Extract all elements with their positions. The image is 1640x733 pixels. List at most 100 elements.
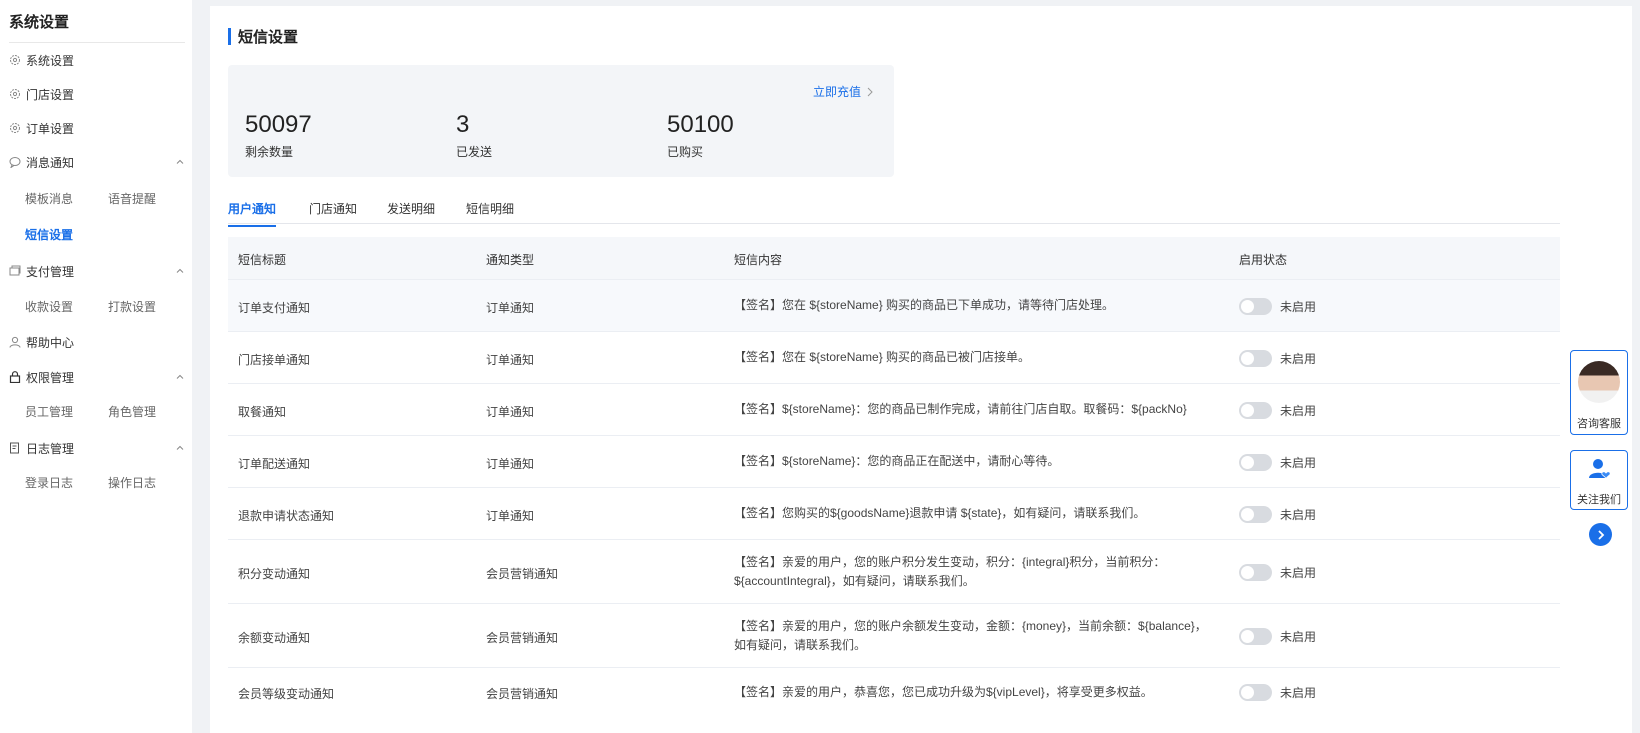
chevron-right-icon — [866, 87, 874, 97]
row-type: 订单通知 — [486, 405, 535, 419]
stat-value: 50100 — [667, 111, 734, 138]
status-text: 未启用 — [1280, 508, 1317, 522]
stat-sent: 3 已发送 — [456, 111, 492, 160]
sidebar: 系统设置 系统设置 门店设置 订单设置 消息通知 模板消息 语音提醒 短信设置 … — [0, 0, 192, 733]
row-title: 会员等级变动通知 — [238, 687, 335, 701]
column-header: 启用状态 — [1239, 253, 1288, 267]
sidebar-item-payment-management[interactable]: 支付管理 — [9, 261, 185, 281]
row-type: 订单通知 — [486, 509, 535, 523]
expand-arrow-button[interactable] — [1589, 523, 1612, 546]
wallet-icon — [9, 265, 21, 277]
enable-toggle[interactable] — [1239, 564, 1272, 581]
row-title: 订单配送通知 — [238, 457, 311, 471]
sidebar-item-label: 订单设置 — [26, 121, 75, 136]
chat-icon — [9, 156, 21, 168]
stat-label: 已购买 — [667, 145, 704, 159]
customer-service-label: 咨询客服 — [1577, 418, 1621, 430]
tab-store-notice[interactable]: 门店通知 — [309, 200, 357, 225]
sidebar-item-label: 支付管理 — [26, 264, 75, 279]
column-header: 短信内容 — [734, 253, 783, 267]
sidebar-subitem-role-management[interactable]: 角色管理 — [108, 403, 156, 420]
sidebar-item-order-settings[interactable]: 订单设置 — [9, 118, 185, 138]
chevron-right-icon — [1596, 529, 1606, 541]
sidebar-item-message-notice[interactable]: 消息通知 — [9, 152, 185, 172]
sidebar-item-label: 帮助中心 — [26, 335, 75, 350]
gear-icon — [9, 88, 21, 100]
log-icon — [9, 442, 21, 454]
page-header: 短信设置 — [228, 26, 298, 47]
tab-send-details[interactable]: 发送明细 — [387, 200, 435, 225]
table-row: 订单配送通知 订单通知 【签名】${storeName}：您的商品正在配送中，请… — [228, 436, 1560, 488]
enable-toggle[interactable] — [1239, 628, 1272, 645]
row-title: 取餐通知 — [238, 405, 287, 419]
chevron-up-icon — [175, 156, 185, 170]
sidebar-subitem-voice-reminder[interactable]: 语音提醒 — [108, 190, 156, 207]
tab-sms-details[interactable]: 短信明细 — [466, 200, 514, 225]
row-type: 订单通知 — [486, 301, 535, 315]
stat-value: 3 — [456, 111, 470, 138]
table-row: 积分变动通知 会员营销通知 【签名】亲爱的用户，您的账户积分发生变动，积分：{i… — [228, 540, 1560, 604]
sidebar-subitem-sms-settings[interactable]: 短信设置 — [25, 226, 73, 243]
user-icon — [9, 336, 21, 348]
sidebar-item-log-management[interactable]: 日志管理 — [9, 438, 185, 458]
sidebar-subitem-payout-settings[interactable]: 打款设置 — [108, 298, 156, 315]
sidebar-subitem-collection-settings[interactable]: 收款设置 — [25, 298, 73, 315]
gear-icon — [9, 54, 21, 66]
row-title: 余额变动通知 — [238, 631, 311, 645]
sidebar-subitem-template-message[interactable]: 模板消息 — [25, 190, 73, 207]
column-header: 通知类型 — [486, 253, 535, 267]
sidebar-item-permission-management[interactable]: 权限管理 — [9, 367, 185, 387]
table-row: 会员等级变动通知 会员营销通知 【签名】亲爱的用户，恭喜您，您已成功升级为${v… — [228, 668, 1560, 720]
table-row: 取餐通知 订单通知 【签名】${storeName}：您的商品已制作完成，请前往… — [228, 384, 1560, 436]
enable-toggle[interactable] — [1239, 350, 1272, 367]
sidebar-item-label: 系统设置 — [26, 53, 75, 68]
chevron-up-icon — [175, 371, 185, 385]
table-row: 余额变动通知 会员营销通知 【签名】亲爱的用户，您的账户余额发生变动，金额：{m… — [228, 604, 1560, 668]
row-title: 订单支付通知 — [238, 301, 311, 315]
sidebar-item-label: 消息通知 — [26, 155, 75, 170]
follow-user-icon — [1587, 457, 1613, 483]
enable-toggle[interactable] — [1239, 454, 1272, 471]
page-title: 短信设置 — [238, 29, 299, 46]
sidebar-item-system-settings[interactable]: 系统设置 — [9, 50, 185, 70]
row-type: 会员营销通知 — [486, 631, 559, 645]
follow-us-button[interactable]: 关注我们 — [1570, 450, 1628, 510]
status-text: 未启用 — [1280, 352, 1317, 366]
enable-toggle[interactable] — [1239, 506, 1272, 523]
sidebar-item-label: 日志管理 — [26, 441, 75, 456]
chevron-up-icon — [175, 442, 185, 456]
sidebar-item-store-settings[interactable]: 门店设置 — [9, 84, 185, 104]
enable-toggle[interactable] — [1239, 298, 1272, 315]
stat-purchased: 50100 已购买 — [667, 111, 734, 160]
customer-service-button[interactable]: 咨询客服 — [1570, 350, 1628, 435]
sidebar-item-help-center[interactable]: 帮助中心 — [9, 332, 185, 352]
row-title: 门店接单通知 — [238, 353, 311, 367]
enable-toggle[interactable] — [1239, 402, 1272, 419]
row-title: 积分变动通知 — [238, 567, 311, 581]
sidebar-subitem-login-log[interactable]: 登录日志 — [25, 474, 73, 491]
status-text: 未启用 — [1280, 456, 1317, 470]
row-content: 【签名】${storeName}：您的商品已制作完成，请前往门店自取。取餐码：$… — [734, 402, 1187, 416]
row-title: 退款申请状态通知 — [238, 509, 335, 523]
table-row: 订单支付通知 订单通知 【签名】您在 ${storeName} 购买的商品已下单… — [228, 280, 1560, 332]
sidebar-item-label: 门店设置 — [26, 87, 75, 102]
stat-value: 50097 — [245, 111, 312, 138]
enable-toggle[interactable] — [1239, 684, 1272, 701]
row-type: 会员营销通知 — [486, 687, 559, 701]
recharge-link[interactable]: 立即充值 — [813, 83, 874, 100]
tab-bar: 用户通知 门店通知 发送明细 短信明细 — [228, 198, 1560, 227]
recharge-label: 立即充值 — [812, 85, 861, 99]
table-header: 短信标题 通知类型 短信内容 启用状态 — [228, 237, 1560, 280]
row-content: 【签名】亲爱的用户，恭喜您，您已成功升级为${vipLevel}，将享受更多权益… — [734, 685, 1153, 699]
sidebar-divider — [9, 42, 185, 43]
status-text: 未启用 — [1280, 630, 1317, 644]
tab-user-notice[interactable]: 用户通知 — [228, 200, 277, 227]
sidebar-item-label: 权限管理 — [26, 370, 75, 385]
row-content: 【签名】您购买的${goodsName}退款申请 ${state}，如有疑问，请… — [734, 506, 1146, 520]
title-accent-bar — [228, 28, 231, 45]
sidebar-subitem-operation-log[interactable]: 操作日志 — [108, 474, 156, 491]
sidebar-subitem-staff-management[interactable]: 员工管理 — [25, 403, 73, 420]
follow-us-label: 关注我们 — [1577, 494, 1621, 506]
service-avatar — [1578, 361, 1620, 403]
sidebar-title: 系统设置 — [9, 14, 70, 31]
